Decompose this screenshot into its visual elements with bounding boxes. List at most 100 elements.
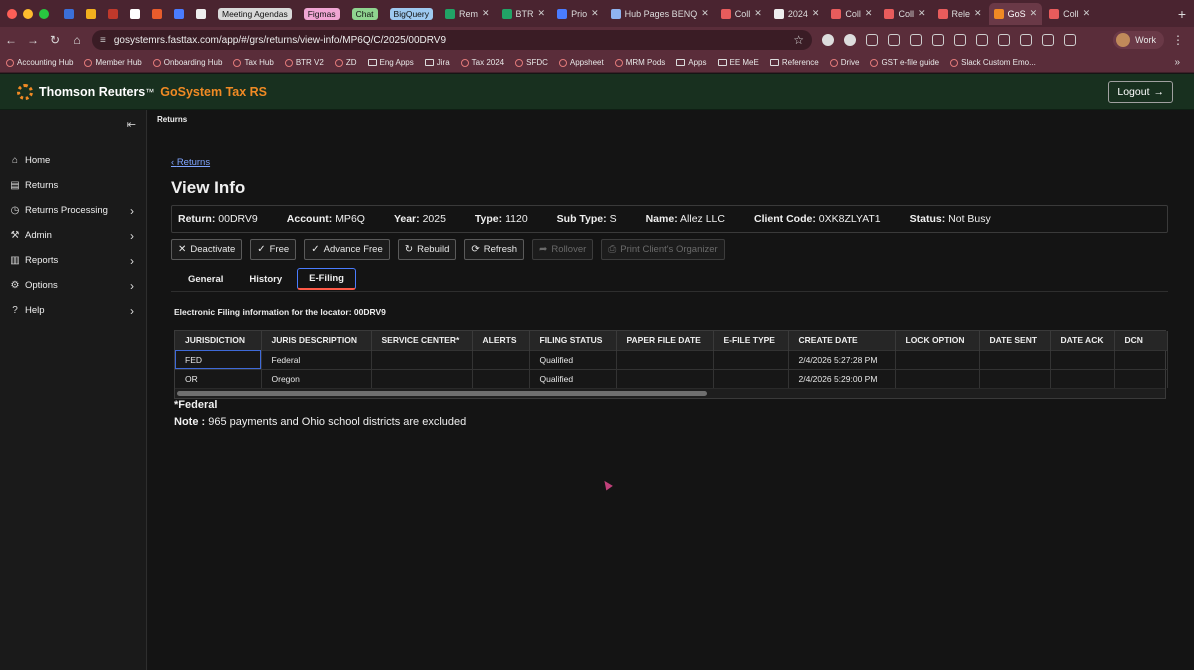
cast-icon[interactable] bbox=[976, 34, 988, 46]
column-header[interactable]: E-FILE TYPE bbox=[713, 331, 789, 350]
table-cell[interactable] bbox=[979, 349, 1051, 369]
extension-icon[interactable] bbox=[844, 34, 856, 46]
url-input[interactable]: ≡ gosystemrs.fasttax.com/app/#/grs/retur… bbox=[92, 30, 812, 50]
zoom-window-button[interactable] bbox=[39, 8, 49, 19]
tab-history[interactable]: History bbox=[238, 268, 293, 290]
tab-general[interactable]: General bbox=[177, 268, 234, 290]
scrollbar-thumb[interactable] bbox=[177, 391, 707, 396]
table-cell[interactable] bbox=[1114, 349, 1168, 369]
sidebar-item-options[interactable]: ⚙ Options › bbox=[0, 273, 146, 298]
close-tab-icon[interactable]: ✕ bbox=[1030, 8, 1038, 19]
close-tab-icon[interactable]: ✕ bbox=[974, 8, 982, 19]
browser-tab[interactable] bbox=[191, 3, 211, 25]
browser-tab[interactable]: 2024 ✕ bbox=[769, 3, 825, 25]
tab-group-chip[interactable]: Figmas bbox=[299, 3, 345, 25]
close-tab-icon[interactable]: ✕ bbox=[812, 8, 820, 19]
table-cell[interactable]: 2/4/2026 5:27:28 PM bbox=[788, 349, 896, 369]
browser-tab[interactable] bbox=[125, 3, 145, 25]
table-cell[interactable]: OR bbox=[175, 368, 262, 388]
site-settings-icon[interactable]: ≡ bbox=[100, 35, 106, 46]
table-cell[interactable] bbox=[616, 349, 714, 369]
free-button[interactable]: ✓ Free bbox=[250, 239, 297, 260]
table-cell[interactable] bbox=[895, 368, 980, 388]
bookmark-item[interactable]: Jira bbox=[424, 58, 450, 67]
browser-tab[interactable]: Coll ✕ bbox=[716, 3, 767, 25]
new-tab-button[interactable]: + bbox=[1178, 6, 1186, 22]
bookmark-item[interactable]: Drive bbox=[829, 58, 859, 67]
minimize-window-button[interactable] bbox=[23, 8, 33, 19]
bookmark-item[interactable]: EE MeE bbox=[717, 58, 759, 67]
code-icon[interactable] bbox=[1042, 34, 1054, 46]
browser-tab[interactable] bbox=[169, 3, 189, 25]
column-header[interactable]: ALERTS bbox=[472, 331, 530, 350]
horizontal-scrollbar[interactable] bbox=[175, 388, 1165, 398]
bookmark-item[interactable]: Slack Custom Emo... bbox=[950, 58, 1036, 67]
browser-tab[interactable]: Coll ✕ bbox=[826, 3, 877, 25]
column-header[interactable]: LOCK OPTION bbox=[895, 331, 980, 350]
bookmark-item[interactable]: Appsheet bbox=[558, 58, 604, 67]
bookmark-item[interactable]: Accounting Hub bbox=[6, 58, 73, 67]
bookmark-item[interactable]: Reference bbox=[769, 58, 819, 67]
browser-tab[interactable] bbox=[81, 3, 101, 25]
bookmark-item[interactable]: Member Hub bbox=[84, 58, 142, 67]
browser-tab[interactable] bbox=[103, 3, 123, 25]
close-window-button[interactable] bbox=[7, 8, 17, 19]
table-cell[interactable] bbox=[472, 368, 530, 388]
bookmark-item[interactable]: Eng Apps bbox=[367, 58, 414, 67]
close-tab-icon[interactable]: ✕ bbox=[865, 8, 873, 19]
bookmark-item[interactable]: Tax 2024 bbox=[460, 58, 504, 67]
column-header[interactable]: DATE ACK bbox=[1050, 331, 1115, 350]
table-row[interactable]: OR Oregon Qualified 2/4/2026 5:29:00 PM bbox=[175, 368, 1168, 388]
trash-icon[interactable] bbox=[1020, 34, 1032, 46]
tab-group-chip[interactable]: BigQuery bbox=[385, 3, 438, 25]
back-to-returns-link[interactable]: ‹ Returns bbox=[171, 157, 210, 168]
column-header[interactable]: FILING STATUS bbox=[529, 331, 617, 350]
close-tab-icon[interactable]: ✕ bbox=[482, 8, 490, 19]
deactivate-button[interactable]: ✕ Deactivate bbox=[171, 239, 243, 260]
grid-icon[interactable] bbox=[1064, 34, 1076, 46]
tab-group-chip[interactable]: Chat bbox=[347, 3, 383, 25]
bookmark-star-icon[interactable]: ☆ bbox=[793, 33, 804, 47]
table-cell[interactable] bbox=[979, 368, 1051, 388]
sidebar-item-admin[interactable]: ⚒ Admin › bbox=[0, 223, 146, 248]
column-header[interactable]: CREATE DATE bbox=[788, 331, 896, 350]
column-header[interactable]: SERVICE CENTER* bbox=[371, 331, 473, 350]
back-arrow-icon[interactable]: ← bbox=[0, 33, 22, 47]
bookmark-item[interactable]: Tax Hub bbox=[233, 58, 274, 67]
close-tab-icon[interactable]: ✕ bbox=[918, 8, 926, 19]
refresh-button[interactable]: ⟳ Refresh bbox=[464, 239, 525, 260]
forward-arrow-icon[interactable]: → bbox=[22, 33, 44, 47]
table-cell[interactable] bbox=[713, 349, 789, 369]
bookmark-item[interactable]: BTR V2 bbox=[284, 58, 324, 67]
browser-menu-icon[interactable]: ⋮ bbox=[1172, 33, 1184, 47]
browser-tab[interactable]: Hub Pages BENQ ✕ bbox=[606, 3, 714, 25]
bookmark-item[interactable]: MRM Pods bbox=[614, 58, 665, 67]
bookmark-item[interactable]: SFDC bbox=[515, 58, 548, 67]
bookmark-item[interactable]: ZD bbox=[334, 58, 357, 67]
table-cell[interactable] bbox=[1050, 368, 1115, 388]
close-tab-icon[interactable]: ✕ bbox=[701, 8, 709, 19]
browser-tab[interactable]: GoS ✕ bbox=[988, 2, 1043, 25]
sidebar-item-reports[interactable]: ▥ Reports › bbox=[0, 248, 146, 273]
table-cell[interactable] bbox=[472, 349, 530, 369]
table-cell[interactable] bbox=[895, 349, 980, 369]
bookmark-item[interactable]: Apps bbox=[676, 58, 707, 67]
table-cell[interactable]: 2/4/2026 5:29:00 PM bbox=[788, 368, 896, 388]
table-cell[interactable] bbox=[371, 349, 473, 369]
browser-tab[interactable] bbox=[147, 3, 167, 25]
browser-tab[interactable]: BTR ✕ bbox=[497, 3, 551, 25]
bookmark-item[interactable]: Onboarding Hub bbox=[152, 58, 222, 67]
incognito-icon[interactable] bbox=[998, 34, 1010, 46]
close-tab-icon[interactable]: ✕ bbox=[538, 8, 546, 19]
table-row[interactable]: FED Federal Qualified 2/4/2026 5:27:28 PM bbox=[175, 349, 1168, 369]
browser-tab[interactable]: Coll ✕ bbox=[1044, 3, 1095, 25]
advance-free-button[interactable]: ✓ Advance Free bbox=[304, 239, 390, 260]
table-cell[interactable] bbox=[371, 368, 473, 388]
history-icon[interactable] bbox=[910, 34, 922, 46]
tab-e-filing[interactable]: E-Filing bbox=[297, 268, 356, 290]
column-header[interactable]: DATE SENT bbox=[979, 331, 1051, 350]
home-icon[interactable]: ⌂ bbox=[66, 33, 88, 47]
rebuild-button[interactable]: ↻ Rebuild bbox=[397, 239, 457, 260]
column-header[interactable]: PAPER FILE DATE bbox=[616, 331, 714, 350]
sidebar-item-home[interactable]: ⌂ Home bbox=[0, 148, 146, 173]
